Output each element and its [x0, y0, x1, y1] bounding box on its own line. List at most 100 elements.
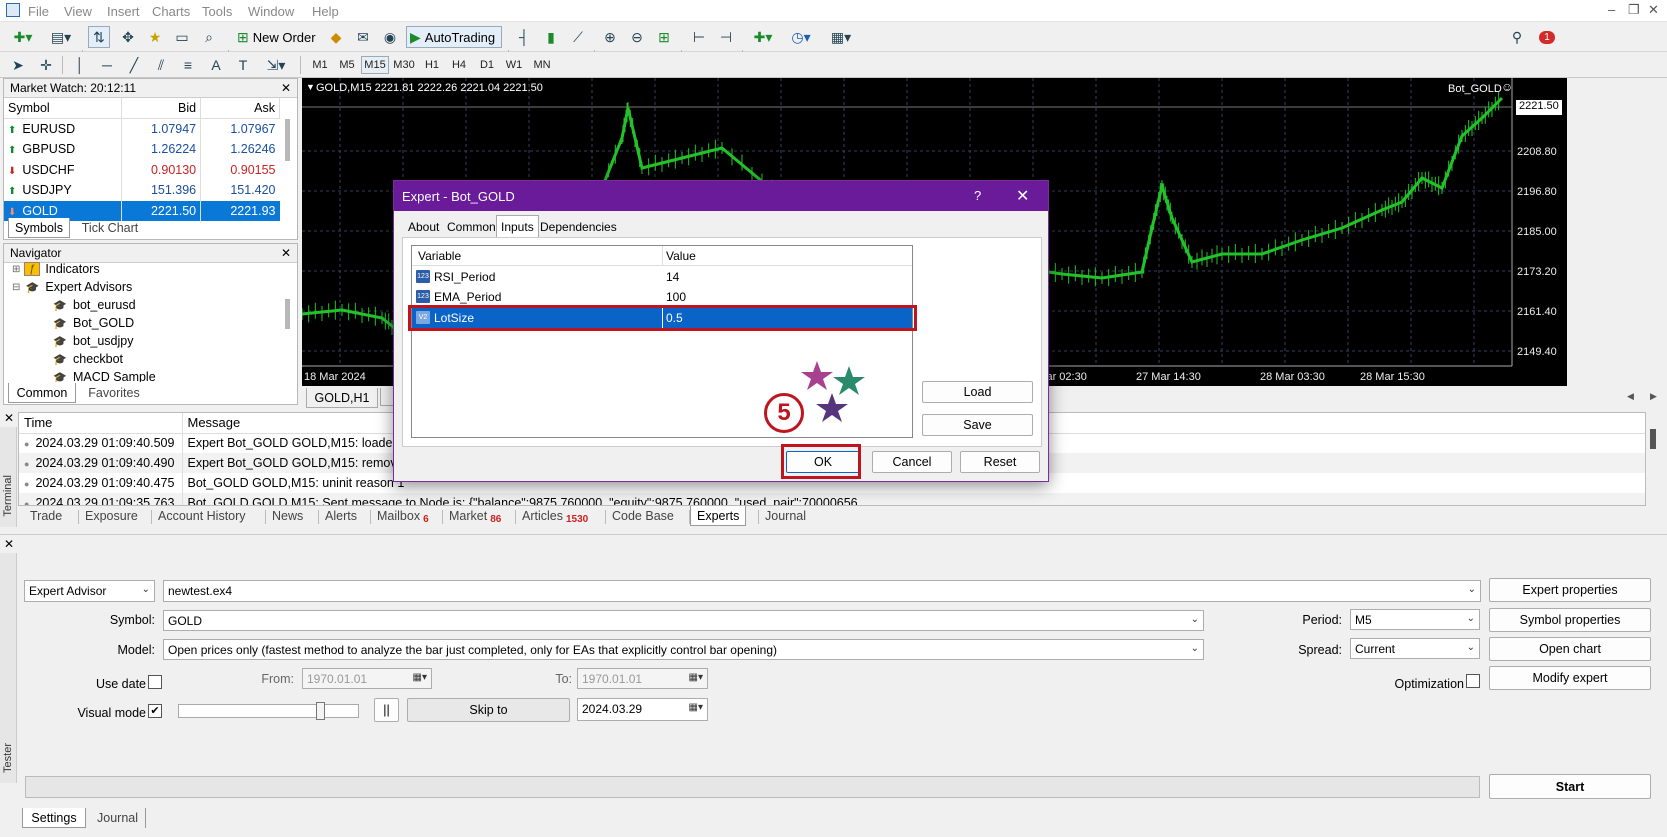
terminal-tab-mailbox[interactable]: Mailbox 6 — [377, 506, 429, 526]
value-column-header[interactable]: Value — [666, 249, 696, 263]
terminal-tab-trade[interactable]: Trade — [30, 506, 62, 526]
trendline-icon[interactable]: ╱ — [124, 54, 144, 76]
market-watch-row[interactable]: ⬆ EURUSD 1.07947 1.07967 — [4, 118, 280, 139]
periods-icon[interactable]: ◷▾ — [786, 26, 816, 48]
tester-icon[interactable]: ⌕ — [198, 26, 220, 48]
nav-expert-bot-gold[interactable]: 🎓 Bot_GOLD — [52, 316, 134, 330]
autotrading-button[interactable]: ▶ AutoTrading — [406, 26, 502, 48]
timeframe-h4[interactable]: H4 — [447, 56, 471, 74]
help-icon[interactable]: ? — [974, 188, 981, 203]
tab-favorites[interactable]: Favorites — [80, 383, 148, 403]
close-icon[interactable]: ✕ — [281, 246, 291, 260]
terminal-tab-experts[interactable]: Experts — [690, 506, 747, 526]
nav-expert-bot-eurusd[interactable]: 🎓 bot_eurusd — [52, 298, 135, 312]
market-watch-row[interactable]: ⬆ GBPUSD 1.26224 1.26246 — [4, 139, 280, 160]
menu-charts[interactable]: Charts — [152, 4, 190, 19]
timeframe-d1[interactable]: D1 — [475, 56, 499, 74]
terminal-tab-account-history[interactable]: Account History — [158, 506, 246, 526]
metaeditor-icon[interactable]: ◆ — [325, 26, 347, 48]
menu-view[interactable]: View — [64, 4, 92, 19]
text-label-icon[interactable]: T — [233, 54, 253, 76]
symbol-properties-button[interactable]: Symbol properties — [1489, 608, 1651, 632]
auto-scroll-icon[interactable]: ⊢ — [688, 26, 710, 48]
cursor-icon[interactable]: ➤ — [8, 54, 28, 76]
chart-tab-next[interactable] — [380, 388, 394, 406]
bar-chart-icon[interactable]: ┤ — [513, 26, 535, 48]
terminal-scrollbar[interactable] — [1650, 429, 1656, 449]
timeframe-m5[interactable]: M5 — [335, 56, 359, 74]
market-watch-row[interactable]: ⬆ USDJPY 151.396 151.420 — [4, 180, 280, 201]
profiles-icon[interactable]: ▤▾ — [46, 26, 76, 48]
skip-date-input[interactable]: 2024.03.29 ▦▾ — [577, 698, 708, 721]
templates-icon[interactable]: ▦▾ — [824, 26, 858, 48]
mql5-icon[interactable]: ✉ — [352, 26, 374, 48]
expert-properties-button[interactable]: Expert properties — [1489, 578, 1651, 602]
close-window-icon[interactable]: ✕ — [1648, 2, 1659, 18]
chart-tab-gold-h1[interactable]: GOLD,H1 — [306, 388, 378, 408]
line-chart-icon[interactable]: ⟋ — [567, 26, 589, 48]
crosshair-icon[interactable]: ✛ — [36, 54, 56, 76]
open-chart-button[interactable]: Open chart — [1489, 637, 1651, 661]
search-icon[interactable]: ⚲ — [1506, 26, 1528, 48]
dialog-tab-common[interactable]: Common — [443, 217, 500, 237]
nav-indicators[interactable]: ⊞ ƒ Indicators — [12, 262, 100, 276]
optimization-checkbox[interactable] — [1466, 674, 1480, 688]
to-date-input[interactable]: 1970.01.01 ▦▾ — [577, 668, 708, 689]
param-row-rsi-period[interactable]: 123 RSI_Period 14 — [412, 267, 912, 287]
candlestick-icon[interactable]: ▮ — [540, 26, 562, 48]
visual-mode-checkbox[interactable]: ✔ — [148, 704, 162, 718]
dialog-close-icon[interactable]: ✕ — [1016, 186, 1029, 206]
tester-type-select[interactable]: Expert Advisor ⌄ — [24, 580, 155, 602]
arrows-icon[interactable]: ⇲▾ — [260, 54, 292, 76]
modify-expert-button[interactable]: Modify expert — [1489, 666, 1651, 690]
terminal-icon[interactable]: ▭ — [171, 26, 193, 48]
period-select[interactable]: M5 ⌄ — [1350, 609, 1480, 630]
pause-button[interactable]: || — [374, 698, 399, 722]
terminal-tab-alerts[interactable]: Alerts — [325, 506, 357, 526]
reset-button[interactable]: Reset — [960, 451, 1040, 473]
terminal-tab-exposure[interactable]: Exposure — [85, 506, 138, 526]
navigator-icon[interactable]: ★ — [144, 26, 166, 48]
fibonacci-icon[interactable]: ≡ — [178, 54, 198, 76]
timeframe-m15[interactable]: M15 — [361, 56, 389, 74]
menu-insert[interactable]: Insert — [107, 4, 140, 19]
symbol-select[interactable]: GOLD ⌄ — [163, 610, 1204, 631]
menu-file[interactable]: File — [28, 4, 49, 19]
notifications-icon[interactable]: 1 — [1534, 26, 1560, 48]
market-watch-scrollbar[interactable] — [285, 119, 290, 161]
tab-tester-journal[interactable]: Journal — [90, 808, 146, 828]
horizontal-line-icon[interactable]: ─ — [97, 54, 117, 76]
ask-column-header[interactable]: Ask — [200, 98, 280, 119]
speed-slider[interactable] — [178, 702, 359, 720]
app-icon[interactable] — [6, 3, 20, 17]
chart-shift-icon[interactable]: ⊣ — [715, 26, 737, 48]
use-date-checkbox[interactable] — [148, 675, 162, 689]
tester-close-icon[interactable]: ✕ — [4, 537, 14, 551]
zoom-in-icon[interactable]: ⊕ — [599, 26, 621, 48]
minimize-icon[interactable]: – — [1608, 2, 1615, 17]
nav-expert-checkbot[interactable]: 🎓 checkbot — [52, 352, 123, 366]
terminal-tab-journal[interactable]: Journal — [765, 506, 806, 526]
slider-thumb[interactable] — [316, 702, 325, 720]
terminal-tab-market[interactable]: Market 86 — [449, 506, 501, 526]
tile-windows-icon[interactable]: ⊞ — [653, 26, 675, 48]
timeframe-h1[interactable]: H1 — [420, 56, 444, 74]
navigator-scrollbar[interactable] — [285, 299, 290, 329]
nav-expert-macd-sample[interactable]: 🎓 MACD Sample — [52, 370, 156, 382]
symbol-column-header[interactable]: Symbol — [4, 98, 123, 119]
param-value[interactable]: 100 — [666, 290, 686, 304]
zoom-out-icon[interactable]: ⊖ — [626, 26, 648, 48]
load-button[interactable]: Load — [922, 381, 1033, 403]
timeframe-w1[interactable]: W1 — [502, 56, 526, 74]
nav-expert-advisors[interactable]: ⊟ 🎓 Expert Advisors — [12, 280, 132, 294]
indicators-icon[interactable]: ✚▾ — [748, 26, 778, 48]
menu-window[interactable]: Window — [248, 4, 294, 19]
terminal-close-icon[interactable]: ✕ — [4, 411, 14, 425]
model-select[interactable]: Open prices only (fastest method to anal… — [163, 639, 1204, 660]
save-button[interactable]: Save — [922, 414, 1033, 436]
market-watch-icon[interactable]: ⇅ — [88, 26, 110, 48]
new-chart-icon[interactable]: ✚▾ — [8, 26, 38, 48]
text-icon[interactable]: A — [206, 54, 226, 76]
timeframe-m1[interactable]: M1 — [308, 56, 332, 74]
menu-tools[interactable]: Tools — [202, 4, 232, 19]
